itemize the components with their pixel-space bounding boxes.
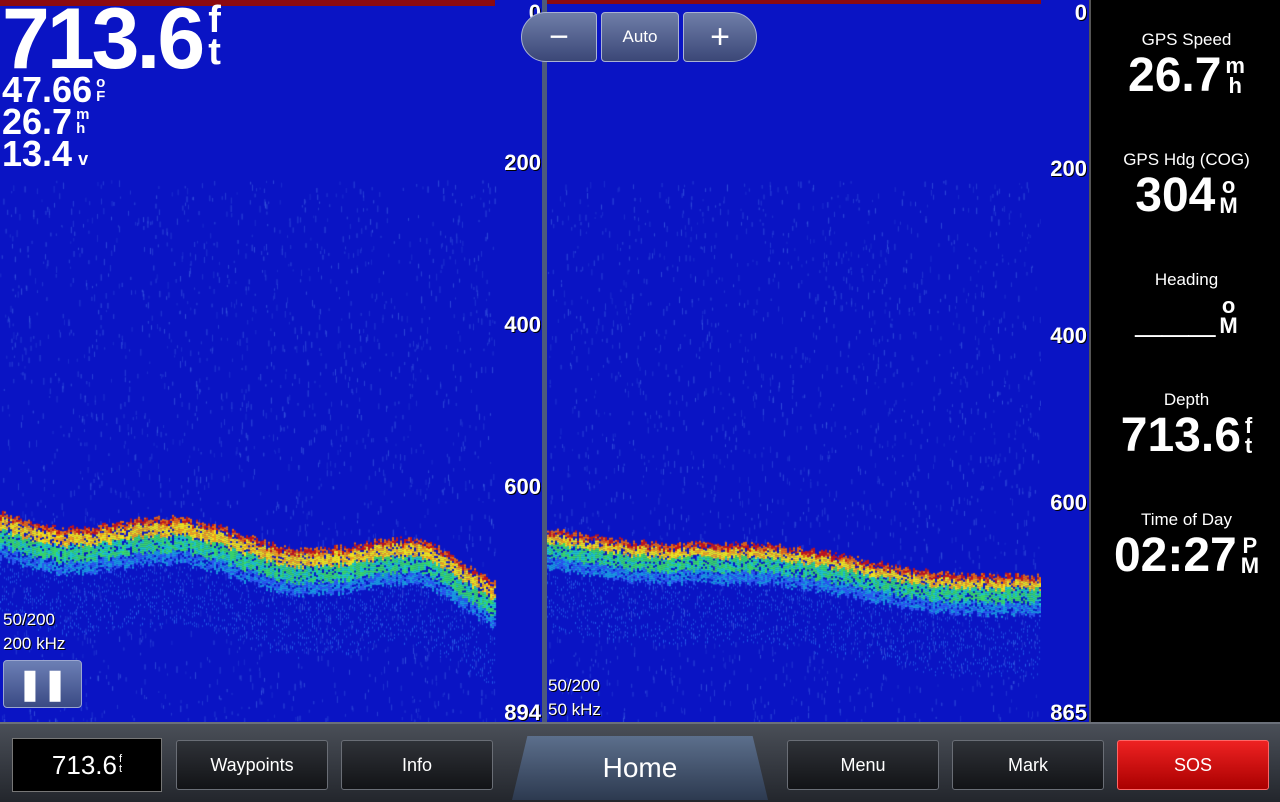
right-scale-0: 0 — [1074, 0, 1087, 25]
field-gps-heading[interactable]: GPS Hdg (COG) 304 o M — [1091, 150, 1280, 220]
field-time-of-day[interactable]: Time of Day 02:27 P M — [1091, 510, 1280, 580]
right-scale-200: 200 — [1050, 156, 1087, 181]
left-scale-400: 400 — [504, 312, 541, 337]
left-frequency-label: 200 kHz — [3, 634, 66, 653]
sonar-panel-200khz[interactable]: 713.6 ft 47.66 oF 26.7 mh 13.4 v 0 200 4… — [0, 0, 542, 722]
pause-button[interactable]: ❚❚ — [3, 660, 82, 708]
menu-button[interactable]: Menu — [787, 740, 939, 790]
zoom-controls: − Auto + — [521, 12, 757, 62]
right-frequency-label: 50 kHz — [548, 700, 601, 719]
scale-bar — [547, 0, 1041, 4]
right-scale-400: 400 — [1050, 323, 1087, 348]
right-range-label: 50/200 — [548, 676, 600, 695]
zoom-out-button[interactable]: − — [521, 12, 597, 62]
voltage-readout: 13.4 v — [2, 133, 89, 174]
field-gps-speed[interactable]: GPS Speed 26.7 m h — [1091, 30, 1280, 100]
waypoints-button[interactable]: Waypoints — [176, 740, 328, 790]
zoom-auto-button[interactable]: Auto — [601, 12, 679, 62]
sonar-panel-50khz[interactable]: 50/200 50 kHz — [547, 0, 1041, 722]
zoom-in-button[interactable]: + — [683, 12, 757, 62]
left-range-label: 50/200 — [3, 610, 55, 629]
field-heading[interactable]: Heading ___ o M — [1091, 270, 1280, 340]
left-scale-600: 600 — [504, 474, 541, 499]
mark-button[interactable]: Mark — [952, 740, 1104, 790]
left-scale-200: 200 — [504, 150, 541, 175]
sos-button[interactable]: SOS — [1117, 740, 1269, 790]
plus-icon: + — [710, 17, 730, 56]
data-sidebar[interactable]: GPS Speed 26.7 m h GPS Hdg (COG) 304 o M Hea… — [1089, 0, 1280, 722]
info-button[interactable]: Info — [341, 740, 493, 790]
right-scale-600: 600 — [1050, 490, 1087, 515]
home-button[interactable]: Home — [512, 736, 768, 800]
pause-icon: ❚❚ — [17, 667, 68, 701]
left-scale-max: 894 — [504, 700, 541, 722]
right-depth-scale: 0 200 400 600 865 — [1041, 0, 1089, 725]
field-depth[interactable]: Depth 713.6 f t — [1091, 390, 1280, 460]
depth-data-box[interactable]: 713.6 ft — [12, 738, 162, 792]
minus-icon: − — [549, 17, 569, 56]
sonar-image-50khz — [547, 0, 1041, 722]
